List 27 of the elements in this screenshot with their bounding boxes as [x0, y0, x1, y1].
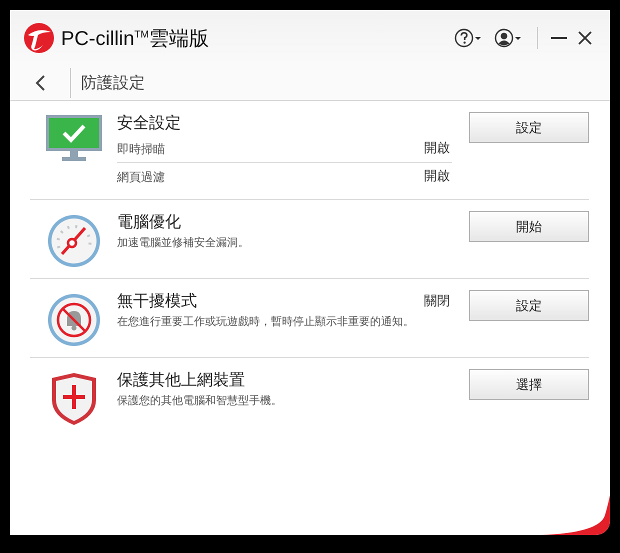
close-button[interactable] [577, 30, 593, 46]
minimize-icon [551, 37, 567, 39]
section-title: 無干擾模式 [117, 290, 197, 312]
section-description: 保護您的其他電腦和智慧型手機。 [117, 393, 283, 409]
setting-label: 即時掃瞄 [117, 141, 165, 158]
page-title: 防護設定 [81, 72, 145, 94]
section-description: 加速電腦並修補安全漏洞。 [117, 235, 250, 251]
shield-plus-icon [50, 372, 96, 426]
action-button[interactable]: 開始 [469, 211, 589, 242]
setting-value: 開啟 [424, 140, 450, 158]
help-button[interactable] [454, 28, 484, 48]
gauge-icon [46, 214, 100, 268]
account-button[interactable] [494, 28, 524, 48]
setting-label: 網頁過濾 [117, 169, 165, 186]
section-title: 電腦優化 [117, 211, 181, 233]
section-title: 保護其他上網裝置 [117, 369, 245, 391]
section-title: 安全設定 [117, 112, 181, 134]
status-text: 關閉 [424, 293, 450, 310]
monitor-check-icon [46, 115, 102, 161]
section-description: 在您進行重要工作或玩遊戲時，暫時停止顯示非重要的通知。 [117, 314, 415, 330]
setting-value: 開啟 [424, 168, 450, 186]
muted-bell-icon [46, 293, 100, 347]
action-button[interactable]: 設定 [469, 290, 589, 321]
logo-icon [24, 23, 54, 53]
action-button[interactable]: 設定 [469, 112, 589, 143]
app-title: PC-cillin$^{TM}$雲端版 [61, 26, 209, 52]
action-button[interactable]: 選擇 [469, 369, 589, 400]
